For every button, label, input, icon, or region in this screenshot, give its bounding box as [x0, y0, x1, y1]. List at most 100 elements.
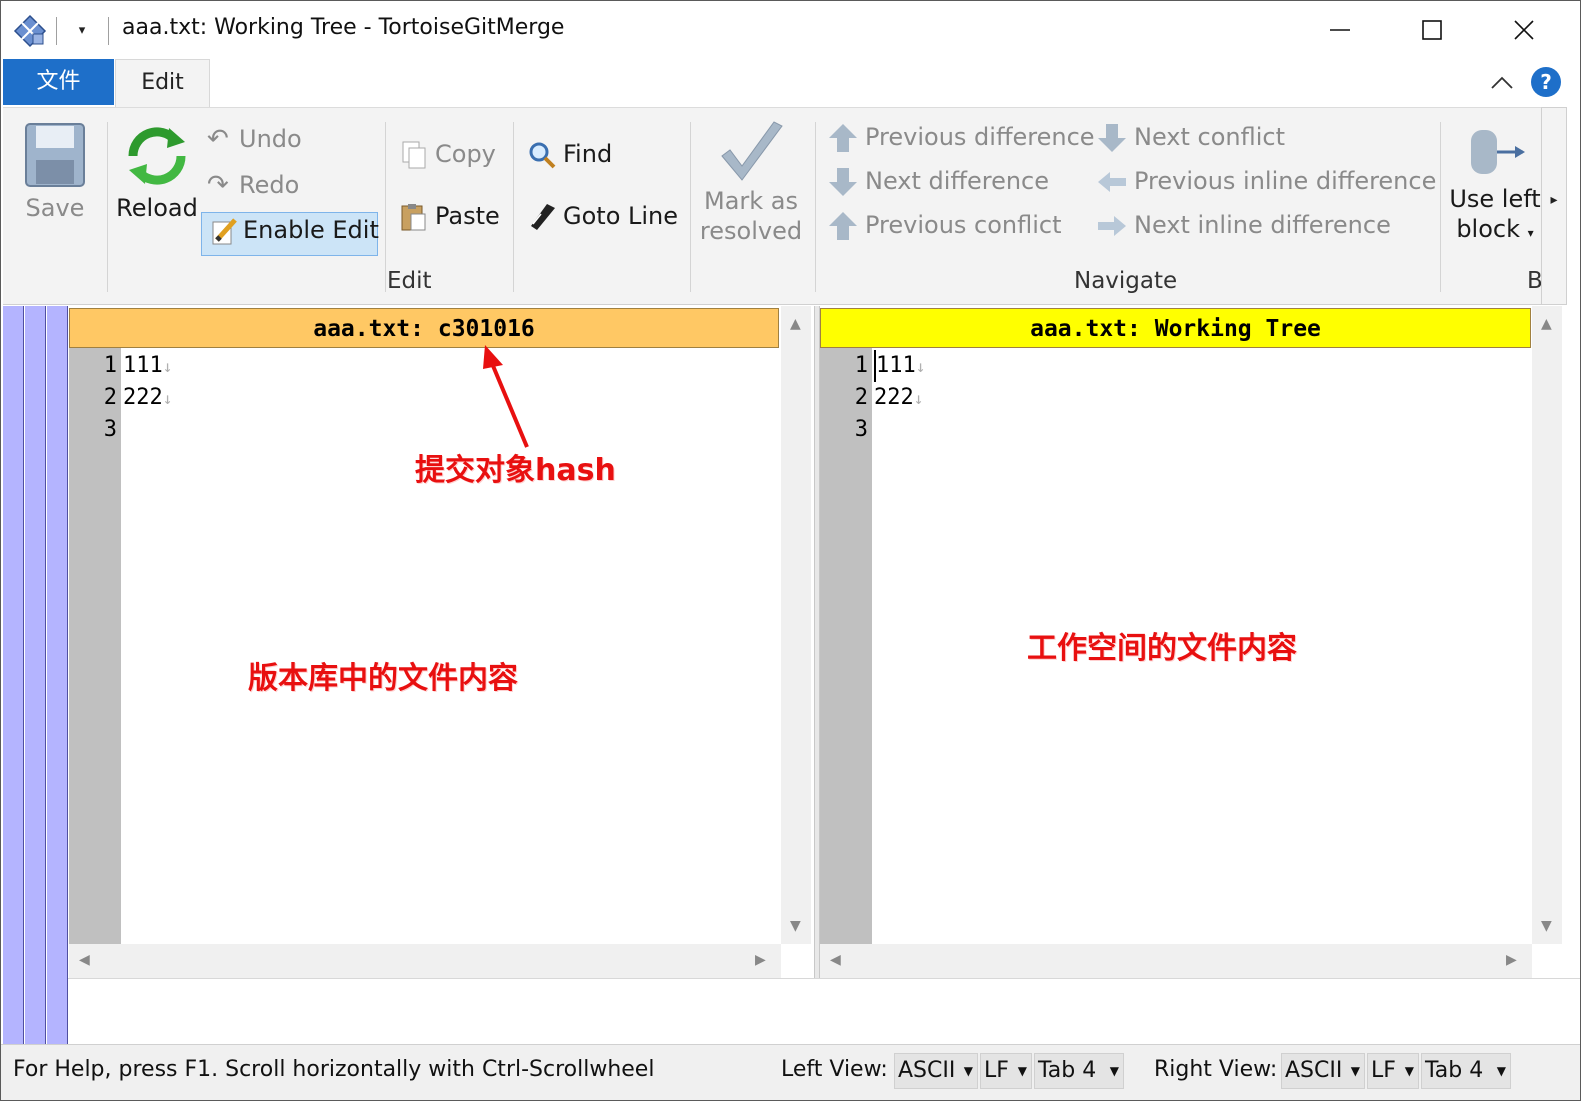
use-left-block-button[interactable]: Use left block ▾ [1449, 122, 1541, 248]
left-pane[interactable]: aaa.txt: c301016 1 111↓ 2 222↓ 3 ▲ ▼ ◀ ▶ [69, 306, 814, 978]
use-left-label-1: Use left [1449, 185, 1541, 213]
window-title: aaa.txt: Working Tree - TortoiseGitMerge [122, 15, 565, 40]
previous-difference-button[interactable]: Previous difference [827, 122, 1095, 154]
arrow-up-icon [829, 124, 857, 152]
left-eol-select[interactable]: LF ▼ [980, 1053, 1032, 1089]
left-horizontal-scrollbar[interactable]: ◀ ▶ [69, 944, 781, 978]
ribbon-scroll-right-button[interactable]: ▸ [1541, 107, 1567, 305]
line-number: 1 [854, 353, 868, 378]
scroll-left-icon[interactable]: ◀ [79, 952, 90, 968]
arrow-down-icon [829, 168, 857, 196]
mark-resolved-label-2: resolved [699, 217, 803, 245]
line-number: 2 [103, 385, 117, 410]
scroll-up-icon[interactable]: ▲ [790, 316, 801, 332]
scroll-down-icon[interactable]: ▼ [1541, 918, 1552, 934]
arrow-right-icon [1098, 216, 1126, 236]
undo-label: Undo [239, 125, 302, 153]
reload-button[interactable]: Reload [115, 122, 199, 222]
line-number: 1 [103, 353, 117, 378]
right-pane-header: aaa.txt: Working Tree [820, 308, 1531, 348]
chevron-down-icon: ▼ [963, 1064, 973, 1078]
find-label: Find [563, 140, 613, 168]
previous-difference-label: Previous difference [865, 123, 1095, 151]
location-strip [3, 306, 24, 1044]
location-bar[interactable] [3, 306, 68, 1044]
eol-marker-icon: ↓ [915, 357, 926, 376]
next-conflict-button[interactable]: Next conflict [1096, 122, 1285, 154]
collapse-ribbon-icon[interactable] [1488, 69, 1516, 97]
next-conflict-label: Next conflict [1134, 123, 1286, 151]
titlebar-separator [108, 17, 109, 45]
copy-label: Copy [435, 140, 496, 168]
pencil-icon [212, 218, 237, 245]
ribbon: Save Reload ↶ Undo ↷ Redo Enable Edit Co… [3, 107, 1541, 305]
previous-conflict-button[interactable]: Previous conflict [827, 210, 1062, 242]
right-eol-select[interactable]: LF ▼ [1367, 1053, 1419, 1089]
scroll-right-icon[interactable]: ▶ [755, 952, 766, 968]
line-number: 2 [854, 385, 868, 410]
find-button[interactable]: Find [527, 140, 612, 170]
tab-edit[interactable]: Edit [115, 59, 210, 109]
use-left-block-icon [1471, 130, 1525, 174]
code-line[interactable]: 111↓ [874, 350, 925, 382]
next-inline-difference-button[interactable]: Next inline difference [1096, 210, 1391, 242]
left-encoding-select[interactable]: ASCII ▼ [894, 1053, 978, 1089]
edit-group-label: Edit [387, 268, 432, 294]
code-line[interactable]: 111↓ [123, 350, 172, 382]
group-separator [815, 122, 816, 292]
undo-icon: ↶ [207, 124, 229, 154]
redo-button[interactable]: ↷ Redo [207, 170, 299, 200]
right-encoding-select[interactable]: ASCII ▼ [1281, 1053, 1365, 1089]
checkmark-icon [721, 121, 783, 181]
line-number: 3 [103, 417, 117, 442]
annotation-commit-hash: 提交对象hash [415, 453, 616, 488]
next-inline-difference-label: Next inline difference [1134, 211, 1391, 239]
code-line[interactable]: 222↓ [874, 382, 923, 414]
location-strip [25, 306, 46, 1044]
magnifier-icon [529, 142, 556, 169]
scroll-up-icon[interactable]: ▲ [1541, 316, 1552, 332]
right-vertical-scrollbar[interactable]: ▲ ▼ [1532, 306, 1562, 944]
next-difference-label: Next difference [865, 167, 1050, 195]
close-button[interactable] [1478, 1, 1570, 59]
enable-edit-content[interactable]: Enable Edit [209, 216, 379, 246]
code-line[interactable]: 222↓ [123, 382, 172, 414]
tab-file[interactable]: 文件 [3, 59, 114, 105]
enable-edit-label: Enable Edit [243, 216, 379, 244]
previous-inline-difference-button[interactable]: Previous inline difference [1096, 166, 1436, 198]
minimize-button[interactable] [1294, 1, 1386, 59]
scroll-left-icon[interactable]: ◀ [830, 952, 841, 968]
mark-resolved-label-1: Mark as [703, 187, 799, 215]
copy-button[interactable]: Copy [399, 140, 496, 170]
group-separator [107, 122, 108, 292]
right-horizontal-scrollbar[interactable]: ◀ ▶ [820, 944, 1532, 978]
next-difference-button[interactable]: Next difference [827, 166, 1049, 198]
left-vertical-scrollbar[interactable]: ▲ ▼ [781, 306, 811, 944]
mark-as-resolved-button[interactable]: Mark as resolved [697, 120, 805, 246]
scroll-right-icon[interactable]: ▶ [1506, 952, 1517, 968]
save-label: Save [25, 194, 85, 222]
paste-button[interactable]: Paste [399, 202, 500, 232]
right-tab-select[interactable]: Tab 4 ▼ [1421, 1053, 1511, 1089]
navigate-group-label: Navigate [1074, 268, 1178, 294]
scroll-down-icon[interactable]: ▼ [790, 918, 801, 934]
arrow-down-icon [1098, 124, 1126, 152]
close-icon [1514, 20, 1534, 40]
save-button[interactable]: Save [17, 122, 93, 222]
floppy-disk-icon [25, 123, 85, 187]
quick-access-dropdown[interactable]: ▾ [71, 19, 93, 43]
eol-marker-icon: ↓ [162, 389, 173, 408]
block-group-label: B [1527, 268, 1541, 294]
annotation-arrow-icon [483, 345, 529, 448]
maximize-button[interactable] [1386, 1, 1478, 59]
undo-button[interactable]: ↶ Undo [207, 124, 302, 154]
minimize-icon [1330, 29, 1350, 31]
help-icon[interactable]: ? [1531, 67, 1561, 97]
left-tab-select[interactable]: Tab 4 ▼ [1034, 1053, 1124, 1089]
goto-line-button[interactable]: Goto Line [527, 202, 678, 232]
group-separator [385, 122, 386, 292]
eol-marker-icon: ↓ [913, 389, 924, 408]
status-bar: For Help, press F1. Scroll horizontally … [1, 1044, 1580, 1100]
app-icon[interactable] [13, 14, 47, 48]
reload-icon [128, 127, 186, 185]
